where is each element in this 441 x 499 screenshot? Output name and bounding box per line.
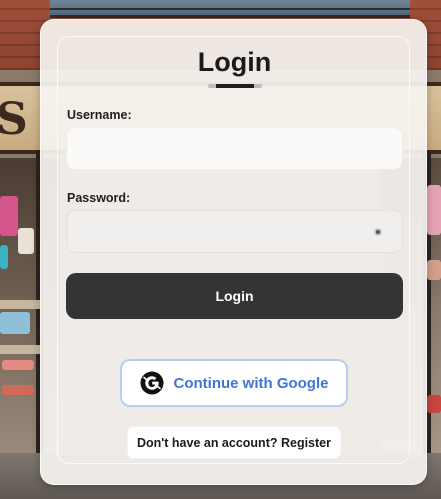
username-input[interactable] xyxy=(67,127,402,169)
login-card: Login Username: Password: Login Continue… xyxy=(40,19,427,485)
background-item xyxy=(2,385,34,395)
title-underline xyxy=(208,84,262,88)
background-item xyxy=(0,312,30,334)
background-item xyxy=(427,260,441,280)
login-title: Login xyxy=(197,47,272,77)
background-shelf xyxy=(0,300,40,309)
login-button[interactable]: Login xyxy=(66,273,403,319)
password-field-wrapper xyxy=(66,209,403,253)
background-sign-lettering: S xyxy=(0,94,30,145)
password-input[interactable] xyxy=(67,210,402,252)
google-signin-button[interactable]: Continue with Google xyxy=(120,359,348,407)
background-item xyxy=(2,360,34,370)
background-window xyxy=(50,0,410,18)
username-field-wrapper xyxy=(66,126,403,170)
background-shelf xyxy=(0,345,40,354)
background-item xyxy=(427,395,441,413)
google-g-icon xyxy=(140,371,163,395)
background-item xyxy=(427,185,441,235)
username-label: Username: xyxy=(67,108,132,122)
google-signin-label: Continue with Google xyxy=(173,374,329,392)
background-item xyxy=(18,228,34,254)
background-item xyxy=(0,245,8,269)
password-label: Password: xyxy=(67,191,131,205)
background-item xyxy=(0,196,18,236)
eye-icon[interactable] xyxy=(374,228,382,236)
register-link-button[interactable]: Don't have an account? Register xyxy=(127,426,341,459)
